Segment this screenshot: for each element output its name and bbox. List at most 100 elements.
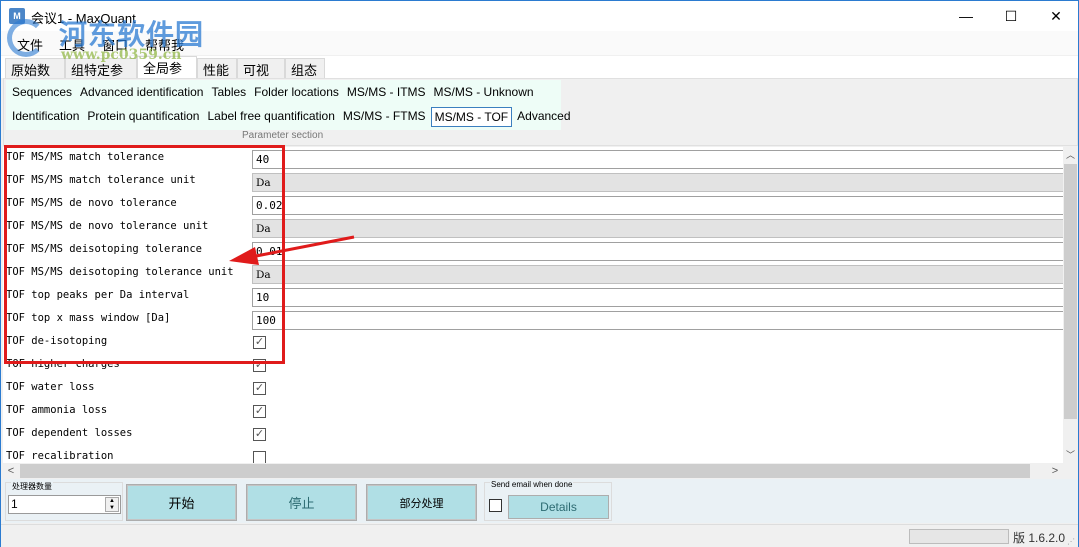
parameter-label: TOF MS/MS match tolerance unit xyxy=(6,174,196,186)
parameter-row: TOF top peaks per Da interval 10 xyxy=(3,285,1063,308)
close-button[interactable]: ✕ xyxy=(1033,1,1079,31)
send-email-checkbox[interactable] xyxy=(489,499,502,512)
subtab-advanced-identification[interactable]: Advanced identification xyxy=(77,83,206,103)
parameter-label: TOF MS/MS deisotoping tolerance unit xyxy=(6,266,234,278)
threads-input[interactable]: 1 ▲ ▼ xyxy=(8,495,121,514)
horizontal-scroll-thumb[interactable] xyxy=(20,464,1030,478)
checkmark-icon: ✓ xyxy=(254,336,265,348)
subtab-tables[interactable]: Tables xyxy=(208,83,249,103)
parameter-checkbox[interactable]: ✓ xyxy=(253,336,266,349)
subtab-folder-locations[interactable]: Folder locations xyxy=(251,83,342,103)
tab-performance[interactable]: 性能 xyxy=(197,58,237,78)
scroll-down-icon[interactable]: ﹀ xyxy=(1063,447,1078,463)
tab-raw-data[interactable]: 原始数据 xyxy=(5,58,65,97)
tab-global-params[interactable]: 全局参数 xyxy=(137,56,197,95)
tab-visualization[interactable]: 可视化 xyxy=(237,58,285,97)
parameter-section-tabs: Sequences Advanced identification Tables… xyxy=(3,78,1078,146)
parameter-section-label: Parameter section xyxy=(242,130,324,141)
parameter-checkbox[interactable]: ✓ xyxy=(253,428,266,441)
subtab-msms-ftms[interactable]: MS/MS - FTMS xyxy=(340,107,429,127)
parameter-row: TOF top x mass window [Da] 100 xyxy=(3,308,1063,331)
email-group: Send email when done Details xyxy=(484,480,612,521)
vertical-scrollbar[interactable]: ︿ ﹀ xyxy=(1063,147,1078,463)
parameter-checkbox[interactable]: ✓ xyxy=(253,405,266,418)
parameter-select[interactable]: Da xyxy=(252,265,1063,284)
parameter-grid: TOF MS/MS match tolerance 40 TOF MS/MS mat… xyxy=(3,147,1063,463)
parameter-input[interactable]: 10 xyxy=(252,288,1063,307)
subtabs-row-1: Sequences Advanced identification Tables… xyxy=(9,83,539,103)
parameter-label: TOF MS/MS de novo tolerance unit xyxy=(6,220,209,232)
main-tabs: 原始数据 组特定参数 全局参数 性能 可视化 组态 xyxy=(1,56,1078,97)
bottom-toolbar: 处理器数量 1 ▲ ▼ 开始 停止 部分处理 Send email when do… xyxy=(3,479,1078,523)
app-icon: M xyxy=(9,8,25,24)
menu-file[interactable]: 文件 xyxy=(17,35,43,54)
menu-bar: 文件 工具 窗口 帮帮我 xyxy=(1,31,1078,55)
parameter-input[interactable]: 40 xyxy=(252,150,1063,169)
parameter-row: TOF higher charges ✓ xyxy=(3,354,1063,377)
menu-tools[interactable]: 工具 xyxy=(59,35,85,54)
subtab-identification[interactable]: Identification xyxy=(9,107,82,127)
status-progress-bar xyxy=(909,529,1009,544)
parameter-label: TOF MS/MS deisotoping tolerance xyxy=(6,243,202,255)
subtab-msms-itms[interactable]: MS/MS - ITMS xyxy=(344,83,429,103)
parameter-checkbox[interactable] xyxy=(253,451,266,463)
parameter-row: TOF recalibration xyxy=(3,446,1063,463)
scroll-up-icon[interactable]: ︿ xyxy=(1063,147,1078,163)
parameter-row: TOF MS/MS match tolerance unit Da xyxy=(3,170,1063,193)
parameter-row: TOF ammonia loss ✓ xyxy=(3,400,1063,423)
parameter-label: TOF higher charges xyxy=(6,358,120,370)
parameter-row: TOF dependent losses ✓ xyxy=(3,423,1063,446)
checkmark-icon: ✓ xyxy=(254,428,265,440)
tab-group-specific-params[interactable]: 组特定参数 xyxy=(65,58,137,97)
checkmark-icon: ✓ xyxy=(254,382,265,394)
scroll-left-icon[interactable]: < xyxy=(3,463,19,479)
maxquant-window: M 会议1 - MaxQuant — ☐ ✕ 文件 工具 窗口 帮帮我 原始数据… xyxy=(0,0,1079,547)
status-bar: 版 1.6.2.0 ⋰ xyxy=(1,524,1078,547)
parameter-input[interactable]: 0.01 xyxy=(252,242,1063,261)
parameter-row: TOF water loss ✓ xyxy=(3,377,1063,400)
parameter-label: TOF recalibration xyxy=(6,450,114,462)
details-button[interactable]: Details xyxy=(508,495,609,519)
parameter-input[interactable]: 0.02 xyxy=(252,196,1063,215)
horizontal-scrollbar[interactable]: < > xyxy=(3,463,1063,479)
parameter-select[interactable]: Da xyxy=(252,173,1063,192)
parameter-input[interactable]: 100 xyxy=(252,311,1063,330)
maximize-button[interactable]: ☐ xyxy=(988,1,1034,31)
parameter-row: TOF MS/MS deisotoping tolerance 0.01 xyxy=(3,239,1063,262)
vertical-scroll-thumb[interactable] xyxy=(1064,164,1077,419)
parameter-row: TOF de-isotoping ✓ xyxy=(3,331,1063,354)
parameter-row: TOF MS/MS deisotoping tolerance unit Da xyxy=(3,262,1063,285)
parameter-label: TOF dependent losses xyxy=(6,427,133,439)
subtab-msms-unknown[interactable]: MS/MS - Unknown xyxy=(431,83,537,103)
subtab-protein-quantification[interactable]: Protein quantification xyxy=(84,107,202,127)
scroll-right-icon[interactable]: > xyxy=(1047,463,1063,479)
parameter-label: TOF water loss xyxy=(6,381,95,393)
subtab-advanced[interactable]: Advanced xyxy=(514,107,573,127)
subtab-label-free-quantification[interactable]: Label free quantification xyxy=(204,107,337,127)
subtab-sequences[interactable]: Sequences xyxy=(9,83,75,103)
parameter-label: TOF ammonia loss xyxy=(6,404,108,416)
subtab-msms-tof[interactable]: MS/MS - TOF xyxy=(430,107,513,127)
parameter-checkbox[interactable]: ✓ xyxy=(253,382,266,395)
parameter-label: TOF de-isotoping xyxy=(6,335,108,347)
tab-configuration[interactable]: 组态 xyxy=(285,58,325,78)
parameter-row: TOF MS/MS match tolerance 40 xyxy=(3,147,1063,170)
checkmark-icon: ✓ xyxy=(254,405,265,417)
subtabs-row-2: Identification Protein quantification La… xyxy=(9,107,576,127)
threads-label: 处理器数量 xyxy=(11,481,53,492)
menu-help[interactable]: 帮帮我 xyxy=(145,35,184,54)
parameter-checkbox[interactable]: ✓ xyxy=(253,359,266,372)
stop-button[interactable]: 停止 xyxy=(246,484,357,521)
parameter-row: TOF MS/MS de novo tolerance 0.02 xyxy=(3,193,1063,216)
menu-window[interactable]: 窗口 xyxy=(102,35,128,54)
email-group-label: Send email when done xyxy=(490,480,574,489)
resize-grip-icon[interactable]: ⋰ xyxy=(1067,537,1075,546)
version-label: 版 1.6.2.0 xyxy=(1013,531,1066,545)
title-bar: M 会议1 - MaxQuant — ☐ ✕ xyxy=(1,1,1078,31)
start-button[interactable]: 开始 xyxy=(126,484,237,521)
parameter-select[interactable]: Da xyxy=(252,219,1063,238)
minimize-button[interactable]: — xyxy=(943,1,989,31)
parameter-label: TOF MS/MS de novo tolerance xyxy=(6,197,177,209)
partial-processing-button[interactable]: 部分处理 xyxy=(366,484,477,521)
threads-spinner[interactable]: ▲ ▼ xyxy=(105,497,119,512)
